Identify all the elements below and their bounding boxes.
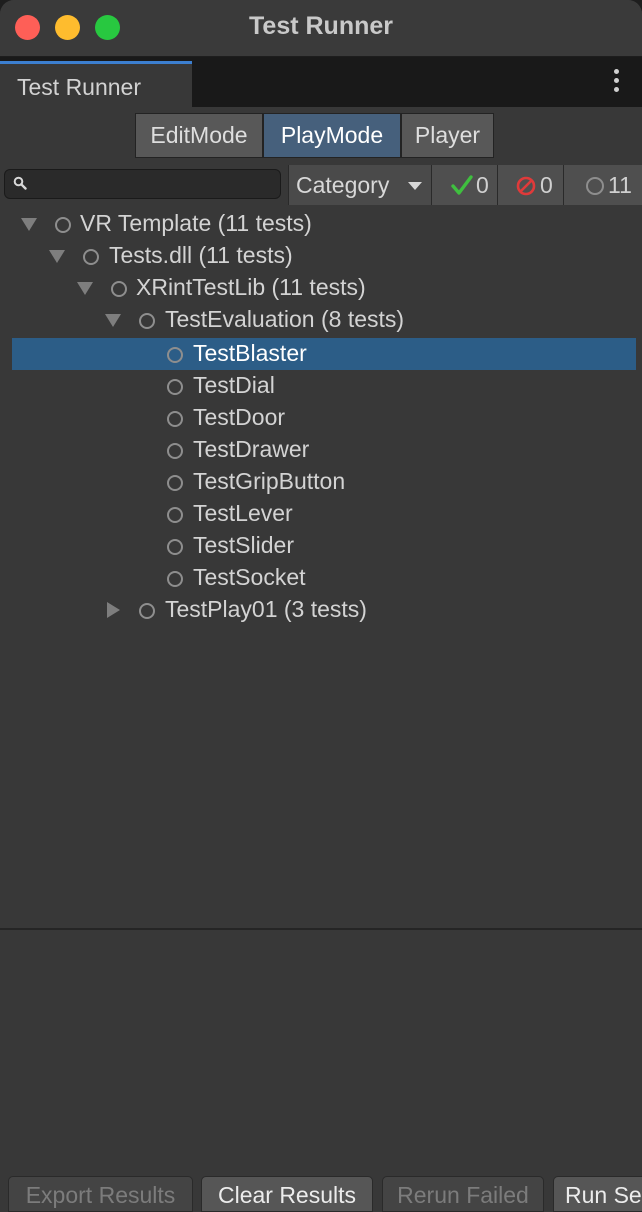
tree-node-testblaster[interactable]: TestBlaster <box>12 338 636 370</box>
tab-test-runner[interactable]: Test Runner <box>0 61 192 107</box>
tree-node-label: TestGripButton <box>193 468 346 494</box>
test-status-icon <box>167 379 183 395</box>
tree-node-label: TestDoor <box>193 404 286 430</box>
tree-node-label: TestSocket <box>193 564 306 590</box>
tree-node-label: TestBlaster <box>193 340 307 366</box>
search-input[interactable] <box>4 169 281 199</box>
test-status-icon <box>167 507 183 523</box>
title-bar: Test Runner <box>0 0 642 57</box>
collapse-arrow-icon[interactable] <box>107 602 120 618</box>
player-tab[interactable]: Player <box>401 113 494 158</box>
run-selected-button[interactable]: Run Se <box>553 1176 642 1212</box>
test-status-icon <box>167 571 183 587</box>
tree-node-label: TestEvaluation (8 tests) <box>165 306 405 332</box>
tree-node-testdoor[interactable]: TestDoor <box>12 402 636 434</box>
check-icon <box>451 175 473 195</box>
tree-node-testslider[interactable]: TestSlider <box>12 530 636 562</box>
kebab-menu-icon[interactable] <box>614 69 620 96</box>
expand-arrow-icon[interactable] <box>21 218 37 231</box>
failed-icon <box>516 176 536 196</box>
tree-node-testlever[interactable]: TestLever <box>12 498 636 530</box>
tree-node-testdial[interactable]: TestDial <box>12 370 636 402</box>
failed-count: 0 <box>540 172 553 198</box>
tab-strip: Test Runner <box>0 57 642 107</box>
chevron-down-icon <box>408 182 422 190</box>
test-status-icon <box>83 249 99 265</box>
tree-node-label: TestDrawer <box>193 436 310 462</box>
window-title: Test Runner <box>249 12 393 40</box>
tree-node-label: VR Template (11 tests) <box>80 210 312 236</box>
rerun-failed-button[interactable]: Rerun Failed <box>382 1176 544 1212</box>
clear-results-button[interactable]: Clear Results <box>201 1176 373 1212</box>
test-status-icon <box>167 411 183 427</box>
not-run-count: 11 <box>608 172 632 198</box>
expand-arrow-icon[interactable] <box>77 282 93 295</box>
test-status-icon <box>139 313 155 329</box>
not-run-icon <box>586 177 604 195</box>
test-status-icon <box>167 475 183 491</box>
category-label: Category <box>296 172 390 198</box>
tree-node-testplay01[interactable]: TestPlay01 (3 tests) <box>12 594 636 626</box>
passed-filter-toggle[interactable]: 0 <box>431 165 497 205</box>
search-icon <box>13 176 27 190</box>
tree-node-label: XRintTestLib (11 tests) <box>136 274 366 300</box>
tree-node-vr-template[interactable]: VR Template (11 tests) <box>12 208 636 240</box>
export-results-button[interactable]: Export Results <box>8 1176 193 1212</box>
test-runner-window: Test Runner Test Runner EditMode PlayMod… <box>0 0 642 1212</box>
filter-toolbar: Category 0 0 11 <box>0 165 642 205</box>
tree-node-xrinttestlib[interactable]: XRintTestLib (11 tests) <box>12 272 636 304</box>
playmode-tab[interactable]: PlayMode <box>263 113 401 158</box>
tree-node-tests-dll[interactable]: Tests.dll (11 tests) <box>12 240 636 272</box>
tree-node-label: TestSlider <box>193 532 294 558</box>
mode-selector: EditMode PlayMode Player <box>135 113 494 158</box>
tree-node-testdrawer[interactable]: TestDrawer <box>12 434 636 466</box>
test-status-icon <box>55 217 71 233</box>
tree-node-label: TestDial <box>193 372 275 398</box>
expand-arrow-icon[interactable] <box>105 314 121 327</box>
expand-arrow-icon[interactable] <box>49 250 65 263</box>
failed-filter-toggle[interactable]: 0 <box>497 165 563 205</box>
passed-count: 0 <box>476 172 489 198</box>
not-run-filter-toggle[interactable]: 11 <box>563 165 642 205</box>
test-status-icon <box>167 539 183 555</box>
test-status-icon <box>139 603 155 619</box>
details-splitter[interactable] <box>0 928 642 930</box>
test-status-icon <box>111 281 127 297</box>
editmode-tab[interactable]: EditMode <box>135 113 263 158</box>
tree-node-testevaluation[interactable]: TestEvaluation (8 tests) <box>12 304 636 336</box>
tab-label: Test Runner <box>17 74 142 100</box>
tree-node-label: TestPlay01 (3 tests) <box>165 596 367 622</box>
test-status-icon <box>167 443 183 459</box>
category-dropdown[interactable]: Category <box>288 165 432 205</box>
test-status-icon <box>167 347 183 363</box>
tree-node-testgripbutton[interactable]: TestGripButton <box>12 466 636 498</box>
tree-node-testsocket[interactable]: TestSocket <box>12 562 636 594</box>
tree-node-label: TestLever <box>193 500 293 526</box>
tree-node-label: Tests.dll (11 tests) <box>109 242 293 268</box>
bottom-toolbar: Export Results Clear Results Rerun Faile… <box>0 1172 642 1212</box>
